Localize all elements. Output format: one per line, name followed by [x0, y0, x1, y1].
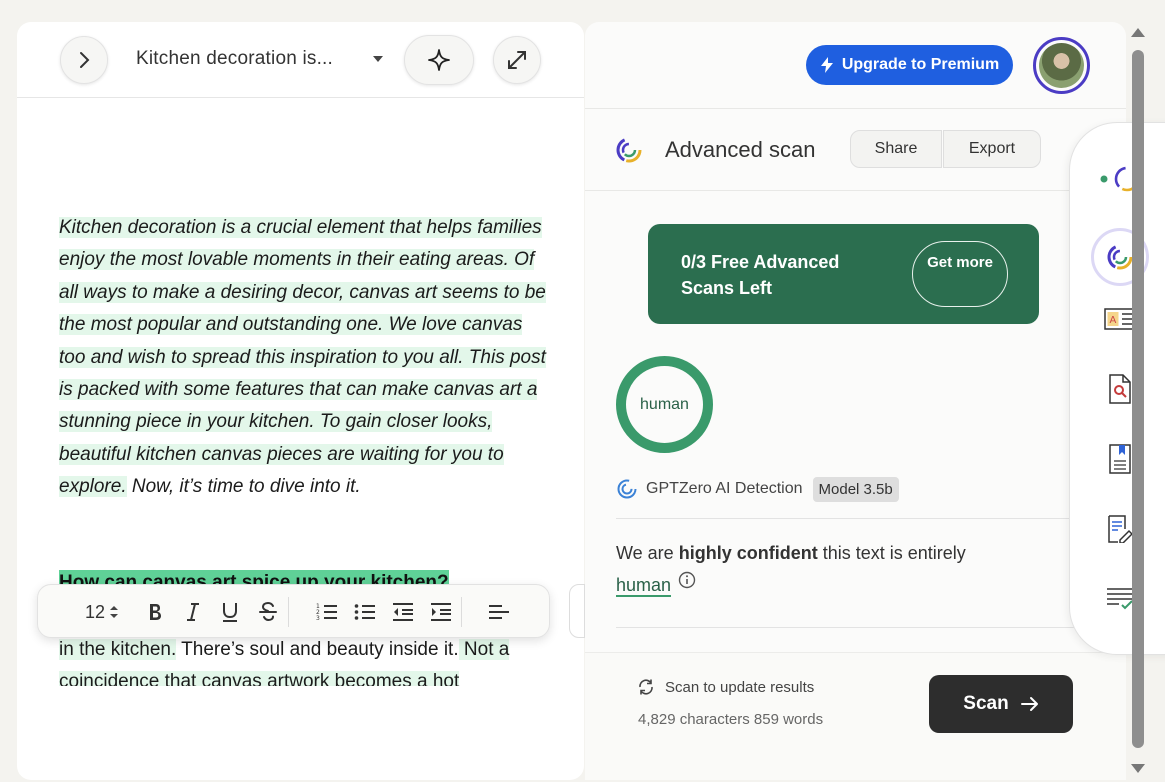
bold-icon	[150, 604, 161, 620]
confidence-strong: highly confident	[678, 543, 818, 563]
strikethrough-icon	[259, 601, 277, 622]
divider	[585, 190, 1126, 191]
indent-icon	[431, 603, 451, 621]
text-sentence: There’s soul and beauty inside it.	[176, 639, 459, 660]
lightning-icon	[820, 57, 833, 73]
bullet-list-icon	[354, 604, 375, 620]
text-sentence: in the kitchen.	[59, 639, 177, 660]
divider	[616, 627, 1086, 628]
document-title[interactable]: Kitchen decoration is...	[136, 48, 333, 70]
character-word-count: 4,829 characters 859 words	[638, 711, 824, 728]
gptzero-logo-icon	[616, 137, 642, 163]
scan-button[interactable]: Scan	[929, 675, 1073, 733]
numbered-list-button[interactable]: 123	[314, 599, 340, 625]
chevron-right-icon	[80, 52, 90, 68]
indent-button[interactable]	[428, 599, 454, 625]
detector-row: GPTZero AI Detection Model 3.5b	[616, 475, 899, 503]
strikethrough-button[interactable]	[255, 599, 281, 625]
underline-icon	[223, 603, 237, 622]
sparkle-icon	[428, 49, 450, 71]
scroll-down-arrow-icon[interactable]	[1131, 764, 1145, 773]
document-heading[interactable]: How can canvas art spice up your kitchen…	[59, 570, 449, 584]
ai-sparkle-button[interactable]	[404, 35, 474, 85]
upgrade-label: Upgrade to Premium	[841, 56, 1000, 73]
scan-footer: Scan to update results 4,829 characters …	[585, 652, 1126, 780]
bullet-list-button[interactable]	[352, 599, 378, 625]
editor-panel: Kitchen decoration is... Kitchen decorat…	[17, 22, 584, 780]
update-row: Scan to update results	[637, 678, 814, 696]
free-scans-banner: 0/3 Free Advanced Scans Left Get more	[648, 224, 1039, 324]
tool-rail: A	[1069, 122, 1165, 655]
italic-icon	[187, 603, 199, 621]
scan-button-label: Scan	[963, 693, 1009, 714]
upgrade-premium-button[interactable]: Upgrade to Premium	[806, 45, 1013, 85]
refresh-icon	[639, 679, 653, 695]
detector-name: GPTZero AI Detection	[646, 480, 803, 497]
bold-button[interactable]	[142, 599, 168, 625]
divider	[585, 108, 1126, 109]
collapse-tab[interactable]	[569, 584, 585, 638]
editor-header: Kitchen decoration is...	[17, 22, 584, 98]
info-icon[interactable]	[678, 571, 696, 589]
scrollbar-thumb[interactable]	[1132, 50, 1144, 748]
gptzero-icon	[617, 479, 637, 499]
caret-down-icon[interactable]	[373, 56, 383, 62]
text-sentence: Now, it’s time to dive into it.	[126, 476, 361, 498]
numbered-list-icon: 123	[316, 603, 337, 622]
update-text: Scan to update results	[665, 678, 815, 696]
font-size-stepper[interactable]: 12	[82, 599, 122, 625]
svg-text:A: A	[1110, 315, 1117, 326]
formatting-toolbar: 12 123	[37, 584, 550, 638]
share-button[interactable]: Share	[850, 130, 942, 168]
font-size-value: 12	[84, 601, 106, 622]
scrollbar[interactable]	[1128, 22, 1148, 782]
scan-panel: Upgrade to Premium Advanced scan Share E…	[585, 22, 1126, 780]
avatar	[1039, 43, 1084, 88]
result-human-link[interactable]: human	[616, 575, 672, 597]
get-more-button[interactable]: Get more	[912, 241, 1008, 307]
expand-arrows-icon	[508, 51, 526, 69]
italic-button[interactable]	[180, 599, 206, 625]
outdent-button[interactable]	[390, 599, 416, 625]
free-scans-text: 0/3 Free Advanced Scans Left	[681, 252, 840, 298]
scroll-up-arrow-icon[interactable]	[1131, 28, 1145, 37]
align-left-icon	[489, 605, 509, 619]
model-badge: Model 3.5b	[812, 476, 899, 502]
outdent-icon	[393, 603, 413, 621]
svg-text:3: 3	[316, 615, 320, 622]
result-ring-label: human	[640, 395, 689, 413]
up-down-arrows-icon	[110, 606, 119, 618]
user-avatar-button[interactable]	[1033, 37, 1090, 94]
underline-button[interactable]	[217, 599, 243, 625]
align-left-button[interactable]	[486, 599, 512, 625]
scan-title: Advanced scan	[665, 137, 816, 162]
document-paragraph[interactable]: Kitchen decoration is a crucial element …	[59, 212, 549, 504]
divider	[616, 518, 1086, 519]
document-paragraph-2[interactable]: in the kitchen. There’s soul and beauty …	[59, 634, 554, 686]
confidence-text: We are highly confident this text is ent…	[616, 543, 966, 597]
result-ring: human	[616, 356, 713, 453]
arrow-right-icon	[1020, 697, 1038, 711]
expand-sidebar-button[interactable]	[60, 36, 108, 84]
text-sentence: Kitchen decoration is a crucial element …	[59, 217, 542, 271]
export-button[interactable]: Export	[943, 130, 1041, 168]
fullscreen-button[interactable]	[493, 36, 541, 84]
